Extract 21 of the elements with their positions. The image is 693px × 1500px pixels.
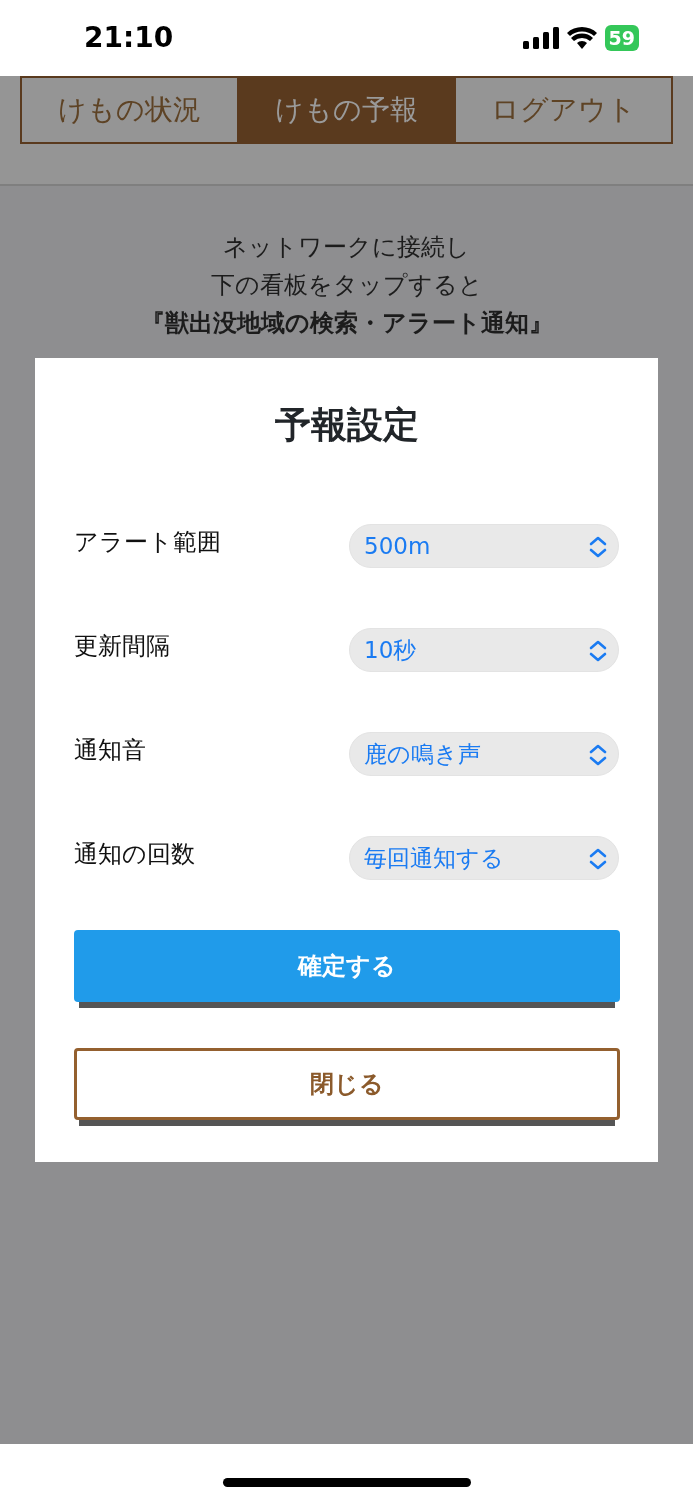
chevron-icon <box>589 640 607 662</box>
setting-label: 通知音 <box>74 735 146 766</box>
setting-label: アラート範囲 <box>74 527 221 558</box>
chevron-icon <box>589 848 607 870</box>
dropdown[interactable]: 毎回通知する <box>349 836 619 880</box>
intro-text: 下の看板をタップすると <box>209 270 484 301</box>
wifi-icon <box>566 27 597 49</box>
chevron-icon <box>589 744 607 766</box>
dropdown[interactable]: 鹿の鳴き声 <box>349 732 619 776</box>
dropdown[interactable]: 10秒 <box>349 628 619 672</box>
chevron-icon <box>589 536 607 558</box>
dropdown[interactable]: 500m <box>349 524 619 568</box>
battery-level: 59 <box>604 25 639 51</box>
tab[interactable]: けもの予報 <box>239 78 456 142</box>
signal-icon <box>522 27 559 49</box>
setting-label: 更新間隔 <box>74 631 170 662</box>
setting-label: 通知の回数 <box>74 839 195 870</box>
intro-text: ネットワークに接続し <box>222 232 471 263</box>
intro-text: 『獣出没地域の検索・アラート通知』 <box>139 308 554 339</box>
clock-time: 21:10 <box>84 20 174 56</box>
dialog-title: 予報設定 <box>273 403 420 447</box>
